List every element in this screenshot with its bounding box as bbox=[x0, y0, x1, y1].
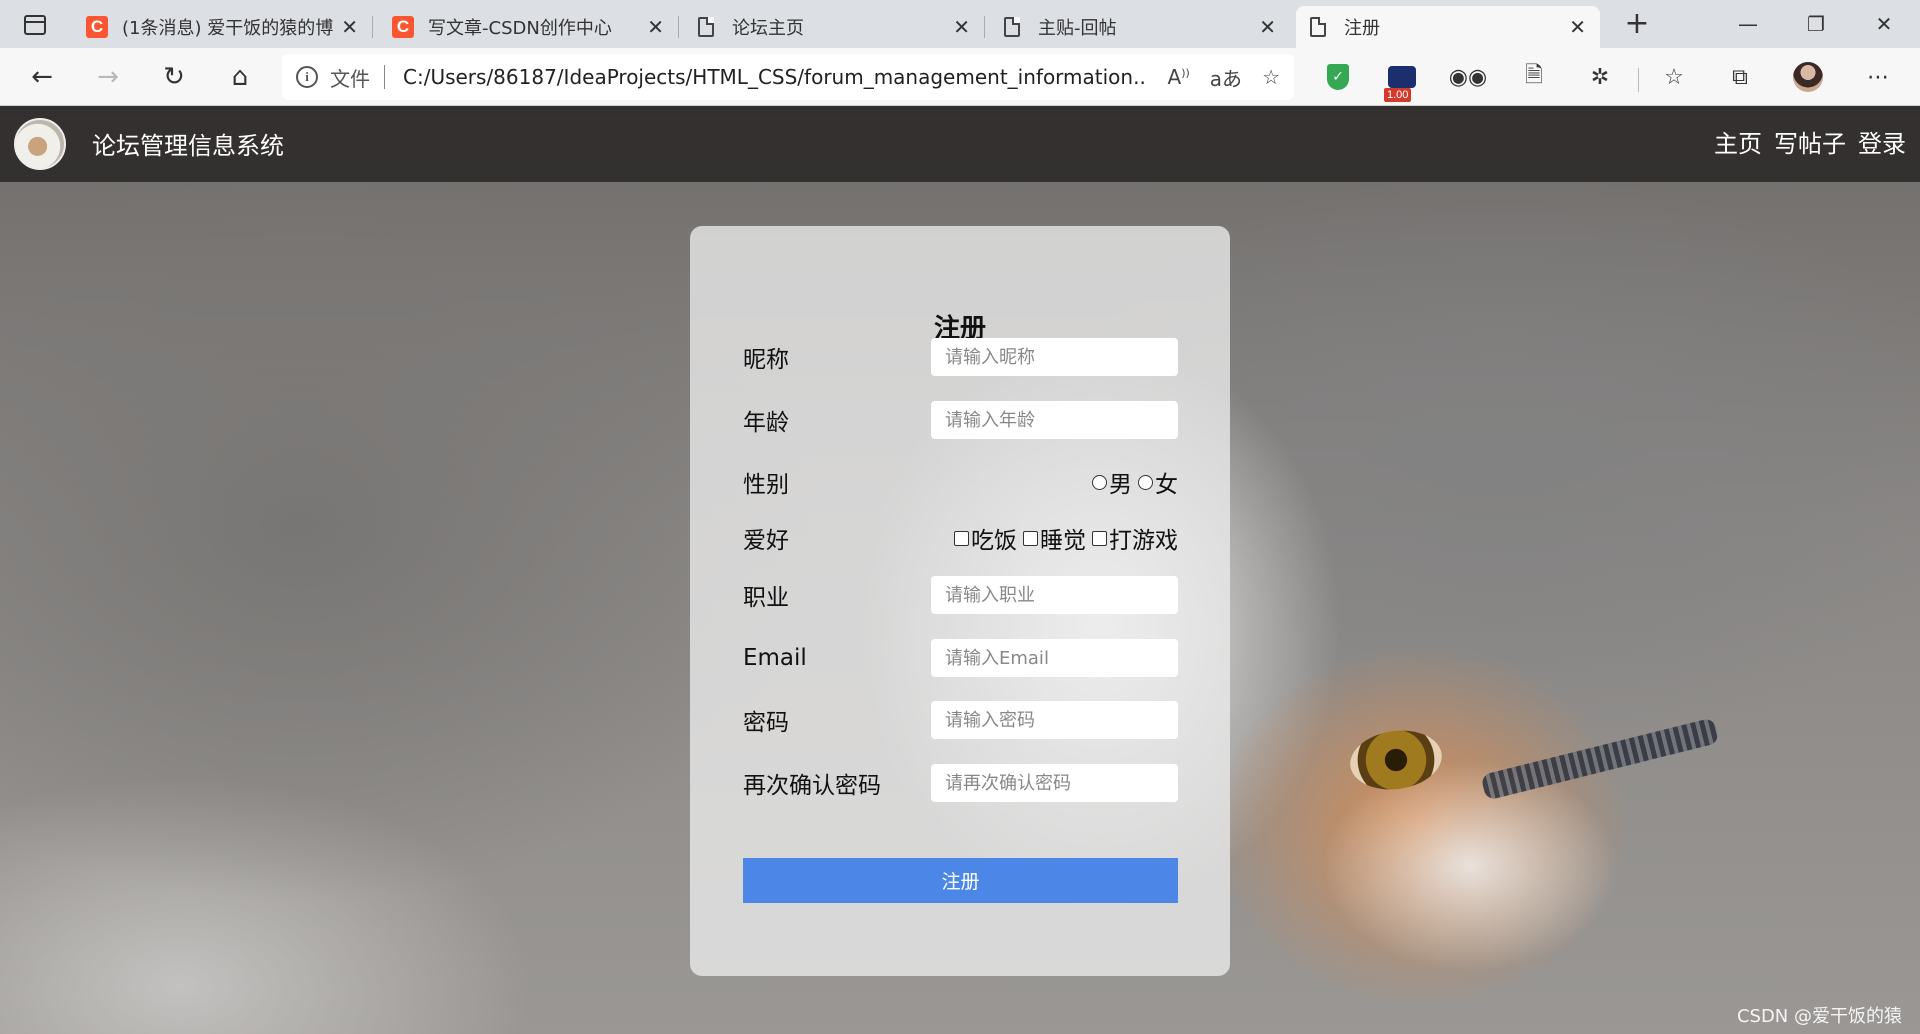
hobby-sleep-option[interactable]: 睡觉 bbox=[1023, 521, 1086, 555]
password-input[interactable] bbox=[931, 701, 1178, 739]
tab-title: 写文章-CSDN创作中心 bbox=[428, 18, 612, 39]
close-tab-icon[interactable]: ✕ bbox=[341, 15, 358, 39]
csdn-icon: C bbox=[86, 16, 108, 38]
gender-female-radio[interactable] bbox=[1138, 474, 1153, 490]
nickname-row: 昵称 bbox=[743, 338, 1178, 376]
hobby-eat-label: 吃饭 bbox=[971, 528, 1017, 554]
register-button[interactable]: 注册 bbox=[743, 858, 1178, 903]
tab-title: 论坛主页 bbox=[732, 18, 804, 39]
profile-avatar[interactable] bbox=[1792, 61, 1824, 93]
tab-title: 注册 bbox=[1344, 18, 1380, 39]
csdn-watermark: CSDN @爱干饭的猿 bbox=[1736, 1006, 1902, 1027]
site-logo bbox=[14, 118, 66, 170]
site-header: 论坛管理信息系统 主页 写帖子 登录 bbox=[0, 106, 1920, 182]
age-label: 年龄 bbox=[743, 410, 789, 436]
favorite-add-icon[interactable]: ☆ bbox=[1262, 65, 1280, 89]
hobby-game-checkbox[interactable] bbox=[1092, 530, 1107, 546]
site-title: 论坛管理信息系统 bbox=[92, 132, 284, 160]
hobby-eat-checkbox[interactable] bbox=[954, 530, 969, 546]
address-scheme: 文件 bbox=[330, 66, 370, 91]
home-icon[interactable]: ⌂ bbox=[220, 57, 260, 97]
translate-icon[interactable]: aあ bbox=[1210, 63, 1242, 92]
document-icon bbox=[1004, 17, 1020, 37]
password-row: 密码 bbox=[743, 701, 1178, 739]
csdn-icon: C bbox=[392, 16, 414, 38]
hobby-row: 爱好 吃饭 睡觉 打游戏 bbox=[743, 519, 1178, 557]
confirm-password-label: 再次确认密码 bbox=[743, 773, 881, 799]
hobby-sleep-checkbox[interactable] bbox=[1023, 530, 1038, 546]
age-row: 年龄 bbox=[743, 401, 1178, 439]
close-tab-icon[interactable]: ✕ bbox=[647, 15, 664, 39]
job-label: 职业 bbox=[743, 585, 789, 611]
browser-tab[interactable]: 主贴-回帖 ✕ bbox=[990, 6, 1290, 48]
gender-row: 性别 男 女 bbox=[743, 463, 1178, 501]
gender-male-label: 男 bbox=[1109, 472, 1132, 498]
address-url[interactable]: C:/Users/86187/IdeaProjects/HTML_CSS/for… bbox=[403, 65, 1148, 89]
email-input[interactable] bbox=[931, 639, 1178, 677]
job-input[interactable] bbox=[931, 576, 1178, 614]
extension-mask-icon[interactable]: ◉◉ bbox=[1449, 61, 1487, 93]
background-hoodie-stitch bbox=[1480, 717, 1720, 801]
email-label: Email bbox=[743, 645, 807, 671]
browser-toolbar: ← → ↻ ⌂ i 文件 C:/Users/86187/IdeaProjects… bbox=[0, 48, 1920, 106]
address-bar[interactable]: i 文件 C:/Users/86187/IdeaProjects/HTML_CS… bbox=[282, 54, 1294, 100]
gender-female-label: 女 bbox=[1155, 472, 1178, 498]
adblock-shield-icon[interactable]: ✓ bbox=[1322, 61, 1354, 93]
gender-male-option[interactable]: 男 bbox=[1092, 465, 1132, 499]
age-input[interactable] bbox=[931, 401, 1178, 439]
extension-badge-icon[interactable]: 1.00 bbox=[1384, 61, 1418, 102]
hobby-sleep-label: 睡觉 bbox=[1040, 528, 1086, 554]
tab-title: (1条消息) 爱干饭的猿的博 bbox=[122, 18, 334, 39]
job-row: 职业 bbox=[743, 576, 1178, 614]
extension-badge: 1.00 bbox=[1384, 88, 1412, 102]
password-label: 密码 bbox=[743, 710, 789, 736]
reload-icon[interactable]: ↻ bbox=[154, 57, 194, 97]
extensions-puzzle-icon[interactable]: ✲ bbox=[1584, 61, 1616, 93]
nav-login-link[interactable]: 登录 bbox=[1858, 124, 1906, 159]
read-aloud-icon[interactable]: A)) bbox=[1168, 65, 1190, 89]
favorites-icon[interactable]: ☆ bbox=[1658, 61, 1690, 93]
confirm-password-input[interactable] bbox=[931, 764, 1178, 802]
register-card: 注册 昵称 年龄 性别 男 女 爱好 bbox=[690, 226, 1230, 976]
browser-tab[interactable]: C (1条消息) 爱干饭的猿的博 ✕ bbox=[72, 6, 373, 48]
background-cat-eye bbox=[1346, 724, 1446, 796]
info-icon[interactable]: i bbox=[296, 66, 318, 88]
browser-tab-bar: C (1条消息) 爱干饭的猿的博 ✕ C 写文章-CSDN创作中心 ✕ 论坛主页… bbox=[0, 0, 1920, 48]
browser-tab[interactable]: C 写文章-CSDN创作中心 ✕ bbox=[378, 6, 679, 48]
nickname-label: 昵称 bbox=[743, 347, 789, 373]
document-icon bbox=[698, 17, 714, 37]
restore-icon[interactable]: ❐ bbox=[1786, 4, 1846, 44]
confirm-password-row: 再次确认密码 bbox=[743, 764, 1178, 802]
extension-file-icon[interactable]: 🗎 bbox=[1518, 61, 1550, 93]
tab-title: 主贴-回帖 bbox=[1038, 18, 1117, 39]
page-background: 论坛管理信息系统 主页 写帖子 登录 注册 昵称 年龄 性别 男 bbox=[0, 106, 1920, 1034]
nav-home-link[interactable]: 主页 bbox=[1714, 124, 1762, 159]
document-icon bbox=[1310, 17, 1326, 37]
forward-icon[interactable]: → bbox=[88, 57, 128, 97]
close-window-icon[interactable]: ✕ bbox=[1854, 4, 1914, 44]
site-nav: 主页 写帖子 登录 bbox=[1714, 124, 1906, 159]
back-icon[interactable]: ← bbox=[22, 57, 62, 97]
hobby-label: 爱好 bbox=[743, 528, 789, 554]
hobby-game-option[interactable]: 打游戏 bbox=[1092, 521, 1178, 555]
new-tab-icon[interactable]: + bbox=[1616, 6, 1658, 42]
hobby-eat-option[interactable]: 吃饭 bbox=[954, 521, 1017, 555]
close-tab-icon[interactable]: ✕ bbox=[1569, 15, 1586, 39]
nickname-input[interactable] bbox=[931, 338, 1178, 376]
nav-write-post-link[interactable]: 写帖子 bbox=[1774, 124, 1846, 159]
email-row: Email bbox=[743, 639, 1178, 677]
gender-female-option[interactable]: 女 bbox=[1138, 465, 1178, 499]
collections-icon[interactable]: ⧉ bbox=[1724, 61, 1756, 93]
minimize-icon[interactable]: — bbox=[1718, 4, 1778, 44]
more-menu-icon[interactable]: ⋯ bbox=[1862, 61, 1894, 93]
close-tab-icon[interactable]: ✕ bbox=[1259, 15, 1276, 39]
browser-tab-active[interactable]: 注册 ✕ bbox=[1296, 6, 1600, 48]
gender-label: 性别 bbox=[743, 472, 789, 498]
browser-tab[interactable]: 论坛主页 ✕ bbox=[684, 6, 985, 48]
gender-male-radio[interactable] bbox=[1092, 474, 1107, 490]
close-tab-icon[interactable]: ✕ bbox=[953, 15, 970, 39]
tab-actions-icon[interactable] bbox=[18, 10, 52, 40]
hobby-game-label: 打游戏 bbox=[1109, 528, 1178, 554]
